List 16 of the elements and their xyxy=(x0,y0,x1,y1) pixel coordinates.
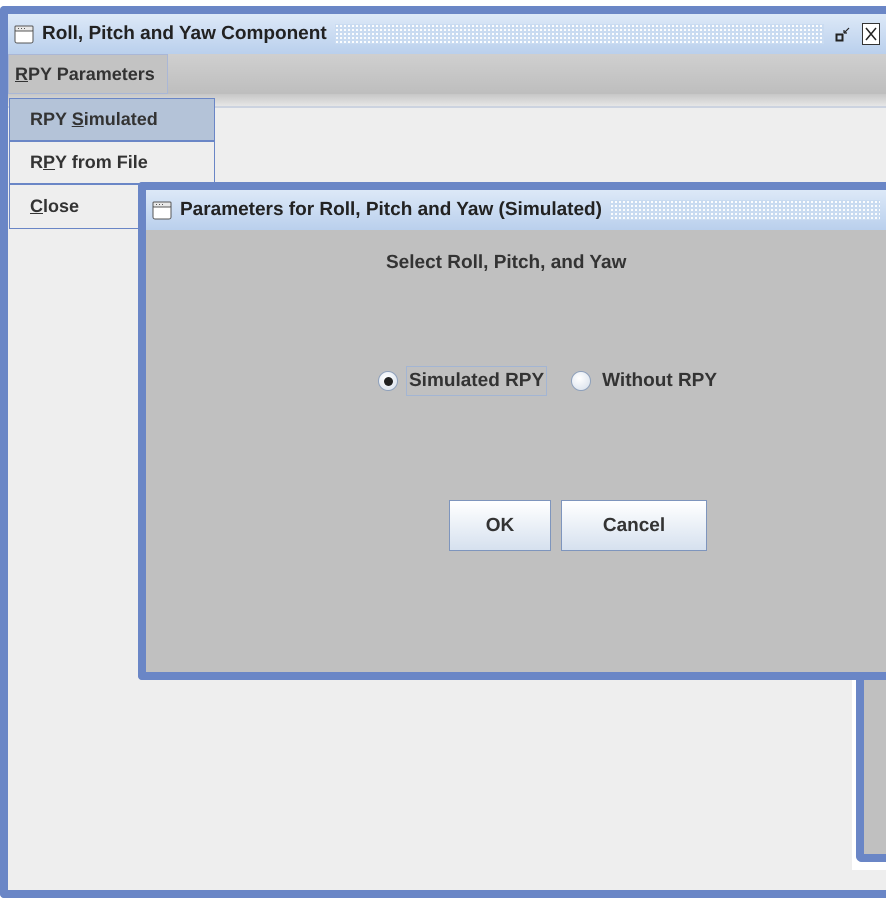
window-icon xyxy=(152,200,172,220)
menu[interactable]: RPY Parameters xyxy=(8,54,168,94)
close-button[interactable] xyxy=(862,23,880,45)
radio-button[interactable] xyxy=(571,371,592,391)
menu-item[interactable]: RPY Simulated xyxy=(10,99,214,142)
ok-button[interactable]: OK xyxy=(449,500,551,551)
restore-icon xyxy=(835,26,851,42)
dialog-title: Parameters for Roll, Pitch and Yaw (Simulated) xyxy=(180,199,602,221)
window-title: Roll, Pitch and Yaw Component xyxy=(42,23,327,45)
cancel-button[interactable]: Cancel xyxy=(561,500,707,551)
radio-button[interactable] xyxy=(378,371,398,391)
dialog-heading: Select Roll, Pitch, and Yaw xyxy=(386,252,626,274)
close-icon xyxy=(864,26,878,42)
radio-label[interactable]: Simulated RPY xyxy=(406,366,548,396)
radio-label[interactable]: Without RPY xyxy=(599,366,720,396)
window-icon xyxy=(14,24,34,44)
